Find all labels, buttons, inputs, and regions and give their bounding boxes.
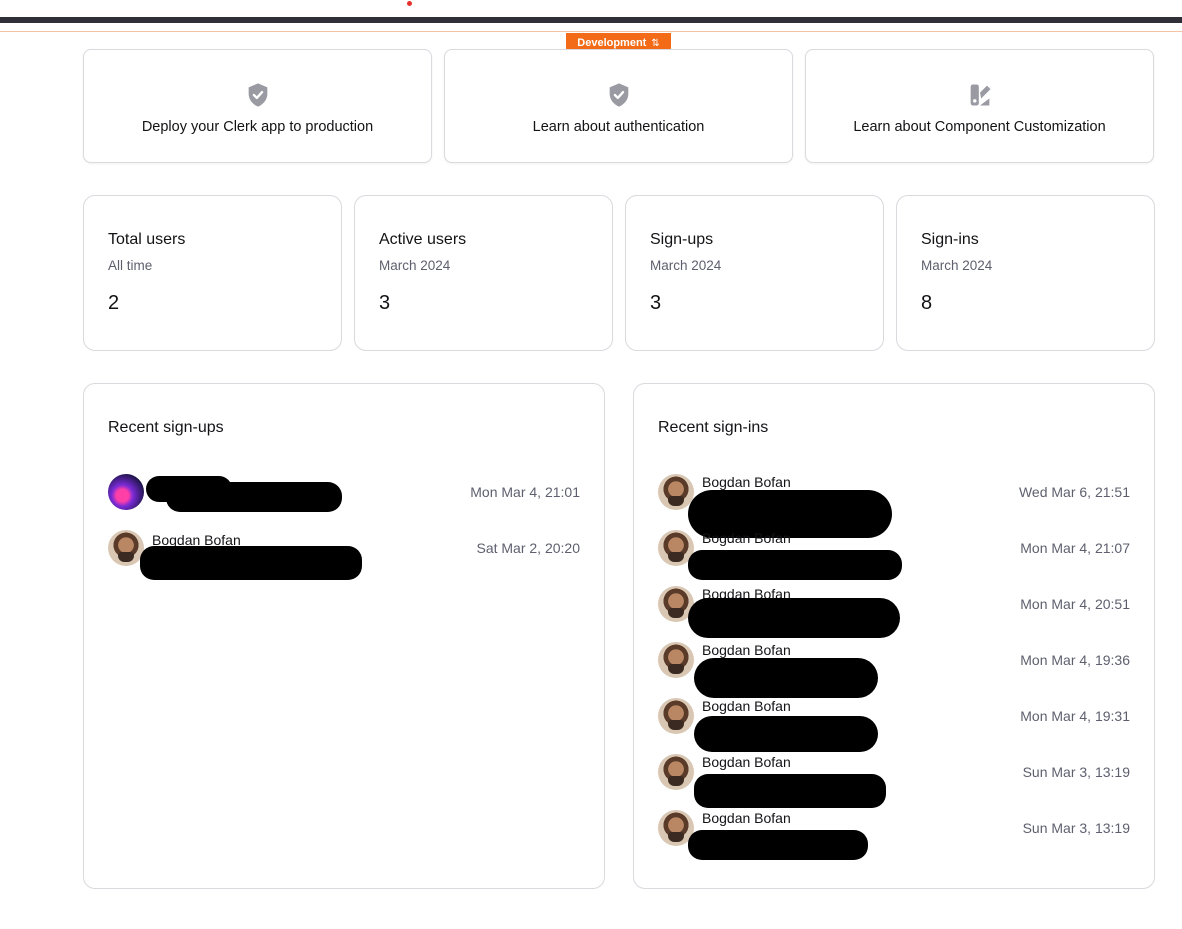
list-item[interactable]: Bogdan Bofan Mon Mar 4, 21:07 [658, 530, 1130, 580]
row-date: Mon Mar 4, 21:01 [470, 484, 580, 500]
stat-sign-ups: Sign-ups March 2024 3 [625, 195, 884, 351]
avatar [658, 754, 694, 790]
stat-title: Active users [379, 231, 467, 248]
stat-subtitle: March 2024 [650, 258, 722, 273]
stat-subtitle: March 2024 [379, 258, 451, 273]
avatar [658, 698, 694, 734]
stat-value: 2 [108, 292, 120, 314]
redaction [694, 774, 886, 808]
deploy-card[interactable]: Deploy your Clerk app to production [83, 49, 432, 163]
stat-value: 3 [650, 292, 662, 314]
row-name: Bogdan Bofan [702, 754, 791, 770]
redaction [140, 546, 362, 580]
row-date: Sat Mar 2, 20:20 [476, 540, 580, 556]
palette-icon [970, 84, 990, 106]
redaction [688, 550, 902, 580]
list-item[interactable]: Bogdan Bofan Sun Mar 3, 13:19 [658, 754, 1130, 808]
list-item[interactable]: Mon Mar 4, 21:01 [108, 474, 580, 514]
stat-title: Sign-ins [921, 231, 979, 248]
authentication-card-label: Learn about authentication [532, 119, 705, 135]
top-bar [0, 17, 1182, 23]
row-date: Sun Mar 3, 13:19 [1022, 820, 1130, 836]
redaction [694, 716, 878, 752]
list-item[interactable]: Bogdan Bofan Sat Mar 2, 20:20 [108, 530, 580, 580]
list-item[interactable]: Bogdan Bofan Wed Mar 6, 21:51 [658, 474, 1130, 538]
customization-card[interactable]: Learn about Component Customization [805, 49, 1154, 163]
redaction [694, 658, 878, 698]
deploy-card-label: Deploy your Clerk app to production [141, 119, 374, 135]
redaction [166, 482, 342, 512]
shield-check-icon [609, 83, 628, 107]
development-badge-label: Development [577, 37, 647, 49]
avatar [658, 642, 694, 678]
row-date: Mon Mar 4, 19:31 [1020, 708, 1130, 724]
stat-sign-ins: Sign-ins March 2024 8 [896, 195, 1155, 351]
redaction [688, 830, 868, 860]
stat-value: 3 [379, 292, 391, 314]
list-item[interactable]: Bogdan Bofan Mon Mar 4, 19:31 [658, 698, 1130, 752]
customization-card-label: Learn about Component Customization [853, 119, 1106, 135]
list-item[interactable]: Bogdan Bofan Sun Mar 3, 13:19 [658, 810, 1130, 860]
stat-title: Total users [108, 231, 186, 248]
red-dot [407, 1, 412, 6]
stat-subtitle: All time [108, 258, 153, 273]
row-date: Sun Mar 3, 13:19 [1022, 764, 1130, 780]
row-name: Bogdan Bofan [702, 474, 791, 490]
list-item[interactable]: Bogdan Bofan Mon Mar 4, 20:51 [658, 586, 1130, 638]
redaction [688, 598, 900, 638]
avatar [108, 530, 144, 566]
stat-title: Sign-ups [650, 231, 714, 248]
row-date: Mon Mar 4, 21:07 [1020, 540, 1130, 556]
row-name: Bogdan Bofan [702, 698, 791, 714]
row-date: Mon Mar 4, 20:51 [1020, 596, 1130, 612]
authentication-card[interactable]: Learn about authentication [444, 49, 793, 163]
stat-total-users: Total users All time 2 [83, 195, 342, 351]
stat-subtitle: March 2024 [921, 258, 993, 273]
top-accent-line [0, 31, 1182, 32]
list-item[interactable]: Bogdan Bofan Mon Mar 4, 19:36 [658, 642, 1130, 698]
row-name: Bogdan Bofan [702, 530, 791, 546]
row-date: Wed Mar 6, 21:51 [1018, 484, 1130, 500]
recent-signins-title: Recent sign-ins [658, 419, 769, 436]
recent-signins-card: Recent sign-ins Bogdan Bofan Wed Mar 6, … [633, 383, 1155, 889]
row-date: Mon Mar 4, 19:36 [1020, 652, 1130, 668]
row-name: Bogdan Bofan [702, 810, 791, 826]
stat-active-users: Active users March 2024 3 [354, 195, 613, 351]
avatar [108, 474, 144, 510]
swap-icon: ⇅ [651, 37, 660, 49]
stat-value: 8 [921, 292, 933, 314]
shield-check-icon [248, 83, 267, 107]
row-name: Bogdan Bofan [702, 642, 791, 658]
recent-signups-card: Recent sign-ups Mon Mar 4, 21:01 Bogdan … [83, 383, 605, 889]
recent-signups-title: Recent sign-ups [108, 419, 224, 436]
